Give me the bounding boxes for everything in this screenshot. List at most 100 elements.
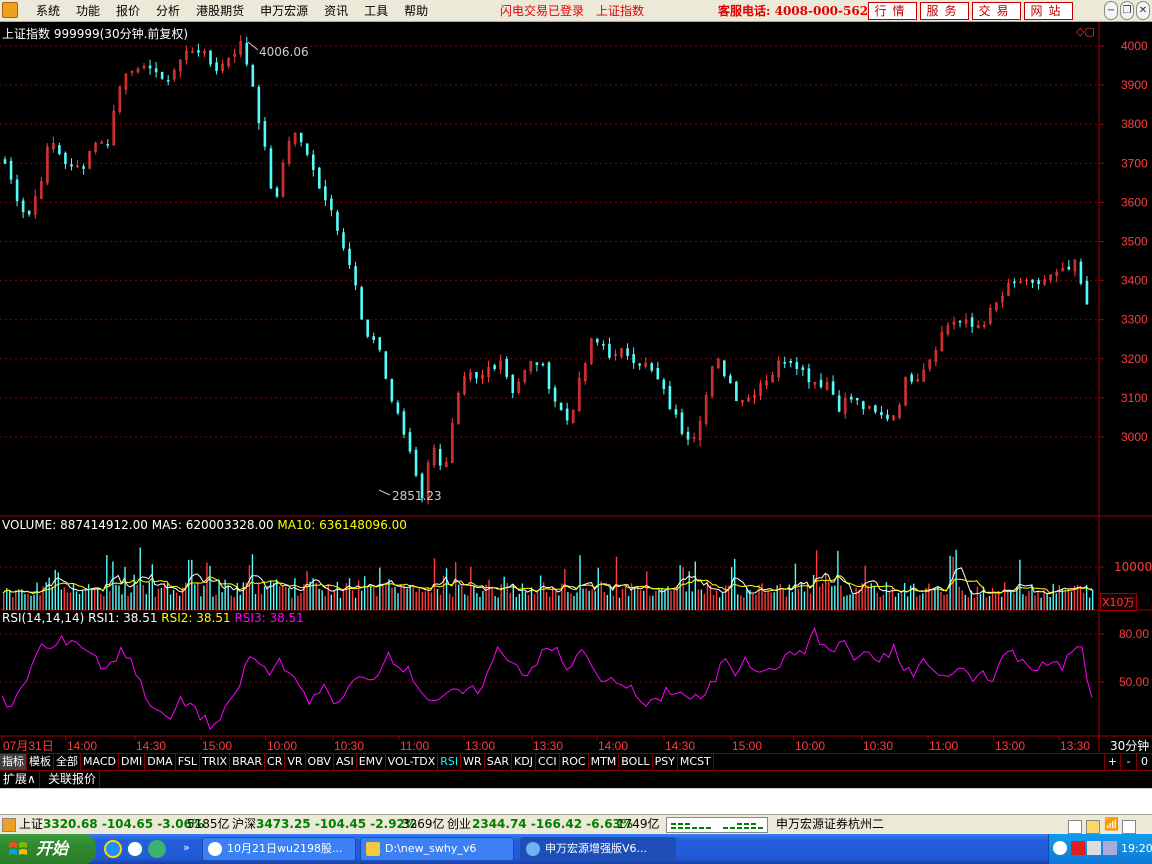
related-quotes-button[interactable]: 关联报价 (45, 771, 101, 788)
menu-tools[interactable]: 工具 (356, 0, 396, 22)
menu-hk-futures[interactable]: 港股期货 (188, 0, 252, 22)
candle-body (680, 412, 684, 434)
hs-index-name: 沪深 (232, 817, 257, 831)
tab-rsi[interactable]: RSI (438, 754, 462, 770)
expand-button[interactable]: 扩展∧ (0, 771, 40, 788)
zoom-reset-button[interactable]: 0 (1136, 754, 1152, 770)
volume-bar (272, 583, 275, 610)
browser-icon[interactable] (126, 840, 144, 858)
volume-bar (157, 588, 160, 610)
volume-bar (958, 586, 960, 610)
menu-help[interactable]: 帮助 (396, 0, 436, 22)
app-shortcut-icon[interactable] (148, 840, 166, 858)
tab-sar[interactable]: SAR (485, 754, 513, 770)
cy-index-value: 2344.74 -166.42 -6.63% (472, 817, 633, 831)
tab-mtm[interactable]: MTM (589, 754, 620, 770)
tab-vr[interactable]: VR (285, 754, 306, 770)
price-tick-label: 3600 (1121, 195, 1148, 209)
website-button[interactable]: 网站 (1024, 2, 1073, 20)
tab-macd[interactable]: MACD (81, 754, 119, 770)
tab-cci[interactable]: CCI (536, 754, 560, 770)
clock[interactable]: 19:20 (1121, 842, 1152, 855)
task-browser[interactable]: 10月21日wu2198股... (202, 837, 356, 861)
chart-corner-icons[interactable]: ◇▢ (1076, 25, 1095, 38)
volume-bar (415, 591, 417, 610)
tab-fsl[interactable]: FSL (176, 754, 200, 770)
tab-wr[interactable]: WR (461, 754, 485, 770)
zoom-in-button[interactable]: + (1104, 754, 1120, 770)
tab-dma[interactable]: DMA (145, 754, 176, 770)
menu-analysis[interactable]: 分析 (148, 0, 188, 22)
tab-模板[interactable]: 模板 (27, 754, 54, 770)
period-label[interactable]: 30分钟 (1110, 737, 1149, 754)
volume-bar (985, 597, 988, 610)
zoom-out-button[interactable]: - (1120, 754, 1136, 770)
service-button[interactable]: 服务 (920, 2, 969, 20)
low-price-label: 2851.23 (392, 489, 442, 503)
menu-system[interactable]: 系统 (28, 0, 68, 22)
volume-bar (451, 596, 454, 610)
volume-bar (916, 596, 918, 610)
volume-bar (424, 591, 427, 610)
tab-dmi[interactable]: DMI (119, 754, 146, 770)
tab-cr[interactable]: CR (265, 754, 286, 770)
task-folder[interactable]: D:\new_swhy_v6 (360, 837, 514, 861)
volume-bar (809, 593, 812, 610)
volume-bar (230, 595, 232, 610)
rsi-header: RSI(14,14,14) RSI1: 38.51 RSI2: 38.51 RS… (2, 611, 304, 625)
chart-area[interactable]: 3000 3100 3200 3300 3400 3500 3600 3700 3800 3900… (0, 22, 1152, 753)
candle-body (662, 379, 666, 389)
tab-obv[interactable]: OBV (306, 754, 334, 770)
sh-index-amount: 5185亿 (187, 817, 230, 831)
tab-emv[interactable]: EMV (357, 754, 386, 770)
volume-bar (473, 586, 475, 610)
candle-body (390, 379, 394, 402)
restore-icon[interactable]: ❐ (1120, 1, 1134, 20)
menu-news[interactable]: 资讯 (316, 0, 356, 22)
chart-canvas[interactable]: 3000 3100 3200 3300 3400 3500 3600 3700 3800 3900… (0, 22, 1152, 753)
tray-app-icon[interactable] (1071, 841, 1085, 855)
tray-volume-icon[interactable] (1103, 841, 1117, 855)
volume-bar (997, 591, 1000, 610)
tab-全部[interactable]: 全部 (54, 754, 81, 770)
quick-launch-more-icon[interactable]: » (183, 841, 190, 854)
tray-collapse-icon[interactable] (1053, 841, 1067, 855)
volume-bar (673, 587, 675, 610)
tab-brar[interactable]: BRAR (230, 754, 266, 770)
trade-button[interactable]: 交易 (972, 2, 1021, 20)
volume-bar (770, 592, 772, 610)
task-trading-app[interactable]: 申万宏源增强版V6... (520, 837, 676, 861)
volume-bar (755, 594, 757, 610)
broker-name: 申万宏源证券杭州二 (776, 817, 885, 831)
tab-asi[interactable]: ASI (334, 754, 357, 770)
volume-bar (582, 588, 584, 610)
volume-bar (1046, 593, 1048, 610)
start-button[interactable]: 开始 (0, 834, 96, 864)
volume-bar (779, 584, 781, 610)
menu-quote[interactable]: 报价 (108, 0, 148, 22)
ie-icon[interactable] (104, 840, 122, 858)
close-icon[interactable]: ✕ (1136, 1, 1150, 20)
tab-psy[interactable]: PSY (653, 754, 678, 770)
tab-mcst[interactable]: MCST (678, 754, 714, 770)
menu-swhy[interactable]: 申万宏源 (252, 0, 316, 22)
volume-bar (54, 569, 56, 610)
tab-roc[interactable]: ROC (560, 754, 589, 770)
volume-bar (1070, 591, 1073, 610)
price-tick-label: 4000 (1121, 39, 1148, 53)
volume-bar (837, 550, 839, 610)
volume-bar (500, 584, 502, 610)
volume-bar (324, 596, 326, 610)
tab-vol-tdx[interactable]: VOL-TDX (386, 754, 439, 770)
volume-bar (470, 566, 472, 610)
minimize-icon[interactable]: − (1104, 1, 1118, 20)
market-button[interactable]: 行情 (868, 2, 917, 20)
tab-indicators[interactable]: 指标 (0, 754, 27, 770)
tab-boll[interactable]: BOLL (619, 754, 653, 770)
volume-bar (806, 583, 809, 610)
menu-function[interactable]: 功能 (68, 0, 108, 22)
tab-kdj[interactable]: KDJ (512, 754, 536, 770)
price-tick-label: 3900 (1121, 78, 1148, 92)
tab-trix[interactable]: TRIX (200, 754, 231, 770)
tray-network-icon[interactable] (1087, 841, 1101, 855)
